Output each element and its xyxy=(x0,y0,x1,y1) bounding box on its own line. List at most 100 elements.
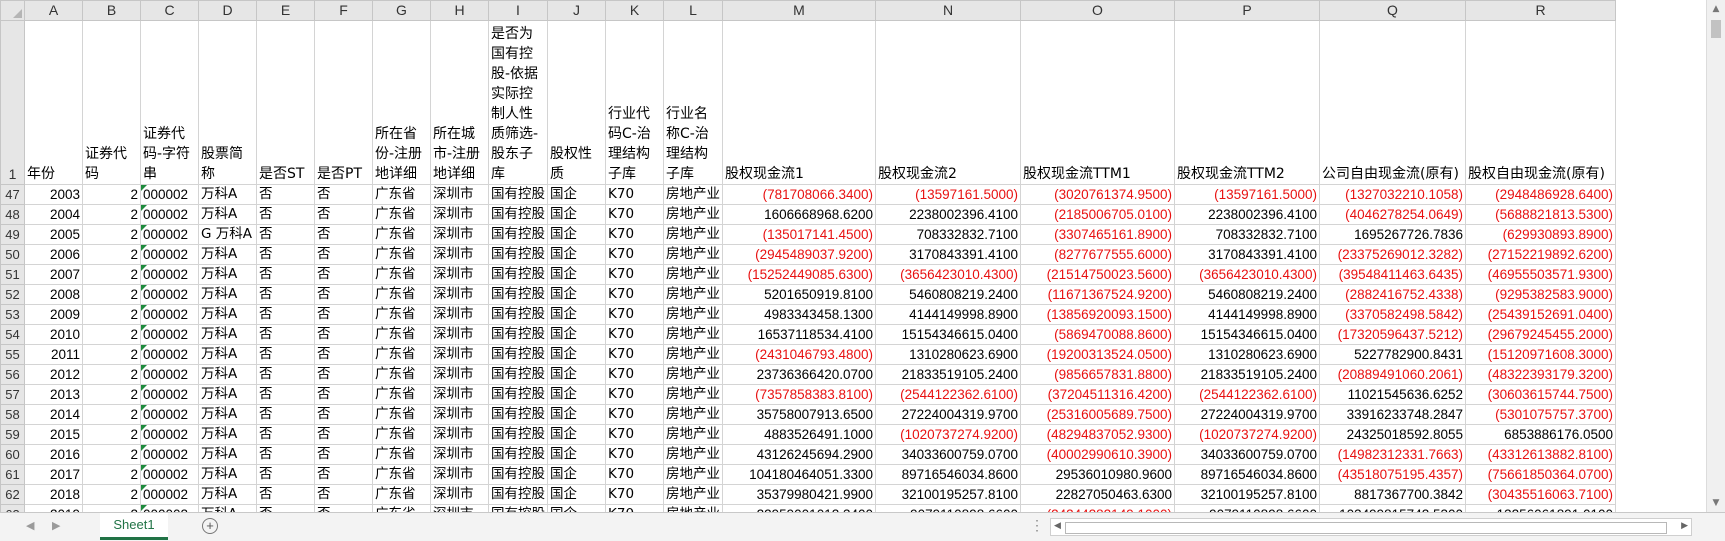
column-header-k[interactable]: K xyxy=(605,0,664,21)
header-cell[interactable]: 行业名称C-治理结构子库 xyxy=(663,20,723,185)
cell[interactable]: 广东省 xyxy=(372,404,431,425)
header-cell[interactable]: 证券代码 xyxy=(82,20,141,185)
cell[interactable]: 否 xyxy=(314,224,373,245)
cell[interactable]: 否 xyxy=(314,464,373,485)
cell[interactable]: 000002 xyxy=(140,364,199,385)
cell[interactable]: 深圳市 xyxy=(430,404,489,425)
cell[interactable]: 万科A xyxy=(198,444,257,465)
cell[interactable]: K70 xyxy=(605,324,664,345)
cell[interactable]: 2017 xyxy=(24,464,83,485)
cell[interactable]: 否 xyxy=(314,244,373,265)
cell[interactable]: 国有控股 xyxy=(488,304,548,325)
cell[interactable]: 房地产业 xyxy=(663,184,723,205)
cell[interactable]: 房地产业 xyxy=(663,384,723,405)
cell[interactable]: 房地产业 xyxy=(663,444,723,465)
cell[interactable]: 否 xyxy=(314,424,373,445)
row-header[interactable]: 51 xyxy=(0,264,25,285)
cell[interactable]: 房地产业 xyxy=(663,364,723,385)
cell[interactable]: 3170843391.4100 xyxy=(875,244,1021,265)
cell[interactable]: (30435516063.7100) xyxy=(1465,484,1616,505)
cell[interactable]: 2 xyxy=(82,404,141,425)
cell[interactable]: 国企 xyxy=(547,444,606,465)
cell[interactable]: 34033600759.0700 xyxy=(1174,444,1320,465)
cell[interactable]: 3170843391.4100 xyxy=(1174,244,1320,265)
cell[interactable]: 000002 xyxy=(140,444,199,465)
sheet-tab-sheet1[interactable]: Sheet1 xyxy=(100,513,168,540)
cell[interactable]: (629930893.8900) xyxy=(1465,224,1616,245)
cell[interactable]: 广东省 xyxy=(372,284,431,305)
cell[interactable]: 000002 xyxy=(140,244,199,265)
cell[interactable]: 否 xyxy=(314,404,373,425)
column-header-o[interactable]: O xyxy=(1020,0,1175,21)
cell[interactable]: 22827050463.6300 xyxy=(1020,484,1175,505)
cell[interactable]: (9856657831.8800) xyxy=(1020,364,1175,385)
cell[interactable]: 国企 xyxy=(547,464,606,485)
row-header[interactable]: 1 xyxy=(0,20,25,185)
cell[interactable]: 000002 xyxy=(140,184,199,205)
cell[interactable]: 国有控股 xyxy=(488,264,548,285)
cell[interactable]: 万科A xyxy=(198,284,257,305)
header-cell[interactable]: 股权性质 xyxy=(547,20,606,185)
column-header-q[interactable]: Q xyxy=(1319,0,1466,21)
cell[interactable]: (13597161.5000) xyxy=(875,184,1021,205)
cell[interactable]: 2005 xyxy=(24,224,83,245)
cell[interactable]: 国企 xyxy=(547,484,606,505)
header-cell[interactable]: 股票简称 xyxy=(198,20,257,185)
cell[interactable]: 32100195257.8100 xyxy=(875,484,1021,505)
cell[interactable]: (29679245455.2000) xyxy=(1465,324,1616,345)
cell[interactable]: K70 xyxy=(605,404,664,425)
column-header-j[interactable]: J xyxy=(547,0,606,21)
cell[interactable]: 21833519105.2400 xyxy=(875,364,1021,385)
header-cell[interactable]: 股权现金流2 xyxy=(875,20,1021,185)
cell[interactable]: 广东省 xyxy=(372,244,431,265)
cell[interactable]: 2007 xyxy=(24,264,83,285)
cell[interactable]: 6853886176.0500 xyxy=(1465,424,1616,445)
cell[interactable]: 国企 xyxy=(547,364,606,385)
cell[interactable]: (2948486928.6400) xyxy=(1465,184,1616,205)
cell[interactable]: 广东省 xyxy=(372,464,431,485)
cell[interactable]: 21833519105.2400 xyxy=(1174,364,1320,385)
select-all-corner[interactable] xyxy=(0,0,25,21)
cell[interactable]: K70 xyxy=(605,264,664,285)
row-header[interactable]: 55 xyxy=(0,344,25,365)
scroll-left-icon[interactable]: ◀ xyxy=(1054,520,1061,531)
cell[interactable]: (135017141.4500) xyxy=(722,224,876,245)
row-header[interactable]: 62 xyxy=(0,484,25,505)
cell[interactable]: 广东省 xyxy=(372,224,431,245)
cell[interactable]: 广东省 xyxy=(372,444,431,465)
cell[interactable]: 2 xyxy=(82,204,141,225)
cell[interactable]: K70 xyxy=(605,244,664,265)
cell[interactable]: (2945489037.9200) xyxy=(722,244,876,265)
row-header[interactable]: 47 xyxy=(0,184,25,205)
cell[interactable]: (43312613882.8100) xyxy=(1465,444,1616,465)
cell[interactable]: (15252449085.6300) xyxy=(722,264,876,285)
cell[interactable]: G 万科A xyxy=(198,224,257,245)
cell[interactable]: 国有控股 xyxy=(488,384,548,405)
cell[interactable]: (20889491060.2061) xyxy=(1319,364,1466,385)
header-cell[interactable]: 行业代码C-治理结构子库 xyxy=(605,20,664,185)
cell[interactable]: 2018 xyxy=(24,484,83,505)
cell[interactable]: 否 xyxy=(314,444,373,465)
cell[interactable]: 深圳市 xyxy=(430,304,489,325)
header-cell[interactable]: 是否ST xyxy=(256,20,315,185)
cell[interactable]: 2 xyxy=(82,364,141,385)
cell[interactable]: 11021545636.6252 xyxy=(1319,384,1466,405)
cell[interactable]: 国有控股 xyxy=(488,464,548,485)
row-header[interactable]: 58 xyxy=(0,404,25,425)
cell[interactable]: 2 xyxy=(82,264,141,285)
cell[interactable]: 2003 xyxy=(24,184,83,205)
cell[interactable]: 万科A xyxy=(198,184,257,205)
cell[interactable]: (2544122362.6100) xyxy=(875,384,1021,405)
scroll-up-icon[interactable]: ▲ xyxy=(1707,0,1725,18)
cell[interactable]: 深圳市 xyxy=(430,284,489,305)
cell[interactable]: 广东省 xyxy=(372,424,431,445)
cell[interactable]: 2 xyxy=(82,444,141,465)
header-cell[interactable]: 股权现金流1 xyxy=(722,20,876,185)
cell[interactable]: 2014 xyxy=(24,404,83,425)
cell[interactable]: (48322393179.3200) xyxy=(1465,364,1616,385)
cell[interactable]: (4046278254.0649) xyxy=(1319,204,1466,225)
cell[interactable]: K70 xyxy=(605,224,664,245)
cell[interactable]: 国企 xyxy=(547,304,606,325)
cell[interactable]: 国企 xyxy=(547,344,606,365)
column-header-a[interactable]: A xyxy=(24,0,83,21)
